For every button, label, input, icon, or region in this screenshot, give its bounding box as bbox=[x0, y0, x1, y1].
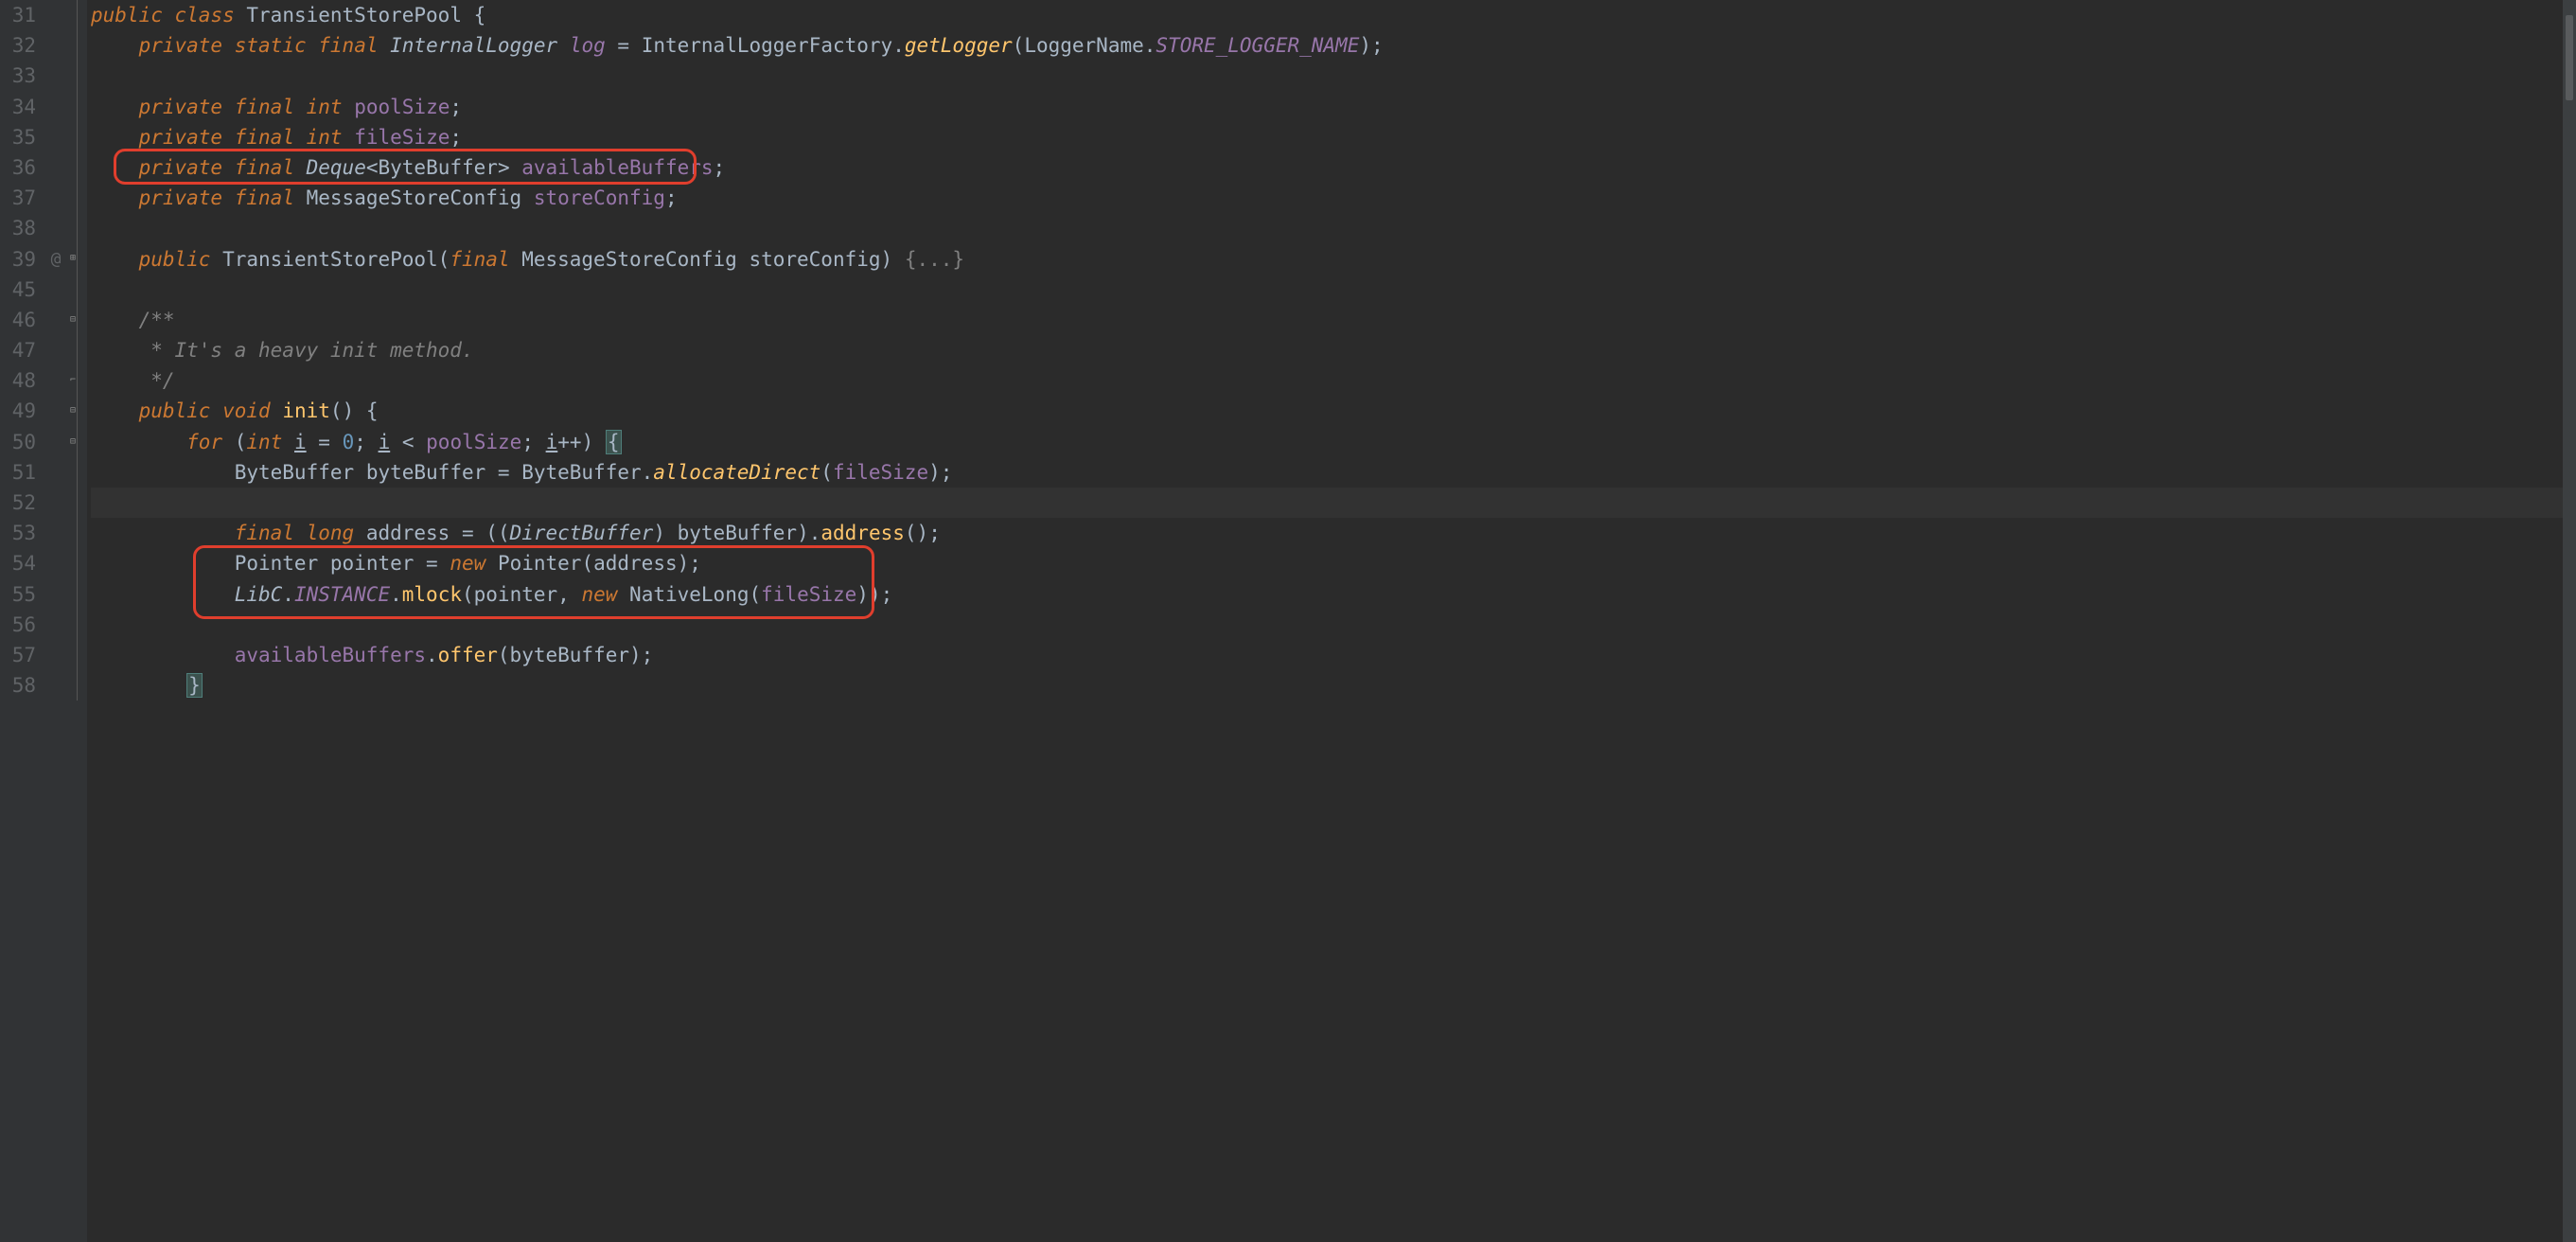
line-number: 52 bbox=[0, 488, 45, 518]
fold-collapse-icon[interactable]: ⊟ bbox=[68, 437, 78, 447]
code-editor[interactable]: 31 32 33 34 35 36 37 38 39 45 46 47 48 4… bbox=[0, 0, 2576, 1242]
vertical-scrollbar[interactable] bbox=[2563, 0, 2576, 1242]
line-number: 35 bbox=[0, 122, 45, 152]
line-number: 57 bbox=[0, 640, 45, 670]
line-number: 51 bbox=[0, 457, 45, 488]
line-number-gutter: 31 32 33 34 35 36 37 38 39 45 46 47 48 4… bbox=[0, 0, 45, 1242]
code-line[interactable]: private final MessageStoreConfig storeCo… bbox=[91, 183, 2563, 213]
line-number: 33 bbox=[0, 61, 45, 91]
code-line[interactable]: ByteBuffer byteBuffer = ByteBuffer.alloc… bbox=[91, 457, 2563, 488]
matched-brace: } bbox=[186, 673, 203, 698]
line-number: 36 bbox=[0, 152, 45, 183]
code-line[interactable]: private static final InternalLogger log … bbox=[91, 30, 2563, 61]
code-line[interactable] bbox=[91, 275, 2563, 305]
line-number: 47 bbox=[0, 335, 45, 365]
line-number: 38 bbox=[0, 213, 45, 243]
fold-gutter: ⊞ ⊟ ⌐ ⊟ ⊟ bbox=[66, 0, 87, 1242]
line-number: 34 bbox=[0, 92, 45, 122]
code-line[interactable]: * It's a heavy init method. bbox=[91, 335, 2563, 365]
annotation-gutter: @ bbox=[45, 0, 66, 1242]
line-number: 53 bbox=[0, 518, 45, 548]
code-line[interactable] bbox=[91, 213, 2563, 243]
code-line[interactable]: LibC.INSTANCE.mlock(pointer, new NativeL… bbox=[91, 579, 2563, 610]
line-number: 37 bbox=[0, 183, 45, 213]
code-line[interactable]: private final int poolSize; bbox=[91, 92, 2563, 122]
scrollbar-thumb[interactable] bbox=[2566, 15, 2573, 100]
code-line[interactable]: availableBuffers.offer(byteBuffer); bbox=[91, 640, 2563, 670]
fold-collapse-icon[interactable]: ⊟ bbox=[68, 315, 78, 325]
line-number: 46 bbox=[0, 305, 45, 335]
code-line[interactable]: */ bbox=[91, 365, 2563, 396]
code-line[interactable]: Pointer pointer = new Pointer(address); bbox=[91, 548, 2563, 578]
line-number: 45 bbox=[0, 275, 45, 305]
line-number: 39 bbox=[0, 244, 45, 275]
line-number: 32 bbox=[0, 30, 45, 61]
current-line[interactable] bbox=[91, 488, 2563, 518]
code-line[interactable]: private final int fileSize; bbox=[91, 122, 2563, 152]
line-number: 55 bbox=[0, 579, 45, 610]
code-line[interactable]: public void init() { bbox=[91, 396, 2563, 426]
line-number: 48 bbox=[0, 365, 45, 396]
override-marker: @ bbox=[45, 244, 66, 275]
line-number: 54 bbox=[0, 548, 45, 578]
code-line[interactable]: public class TransientStorePool { bbox=[91, 0, 2563, 30]
line-number: 49 bbox=[0, 396, 45, 426]
code-content[interactable]: public class TransientStorePool { privat… bbox=[87, 0, 2563, 1242]
matched-brace: { bbox=[606, 430, 622, 454]
code-line[interactable]: final long address = ((DirectBuffer) byt… bbox=[91, 518, 2563, 548]
fold-collapse-icon[interactable]: ⊟ bbox=[68, 406, 78, 416]
code-line[interactable]: public TransientStorePool(final MessageS… bbox=[91, 244, 2563, 275]
code-line[interactable]: /** bbox=[91, 305, 2563, 335]
code-line[interactable]: private final Deque<ByteBuffer> availabl… bbox=[91, 152, 2563, 183]
line-number: 56 bbox=[0, 610, 45, 640]
code-line[interactable]: for (int i = 0; i < poolSize; i++) { bbox=[91, 427, 2563, 457]
fold-end-icon[interactable]: ⌐ bbox=[68, 376, 78, 385]
line-number: 31 bbox=[0, 0, 45, 30]
code-line[interactable] bbox=[91, 61, 2563, 91]
code-line[interactable]: } bbox=[91, 670, 2563, 701]
fold-expand-icon[interactable]: ⊞ bbox=[68, 255, 78, 264]
line-number: 50 bbox=[0, 427, 45, 457]
code-line[interactable] bbox=[91, 610, 2563, 640]
line-number: 58 bbox=[0, 670, 45, 701]
